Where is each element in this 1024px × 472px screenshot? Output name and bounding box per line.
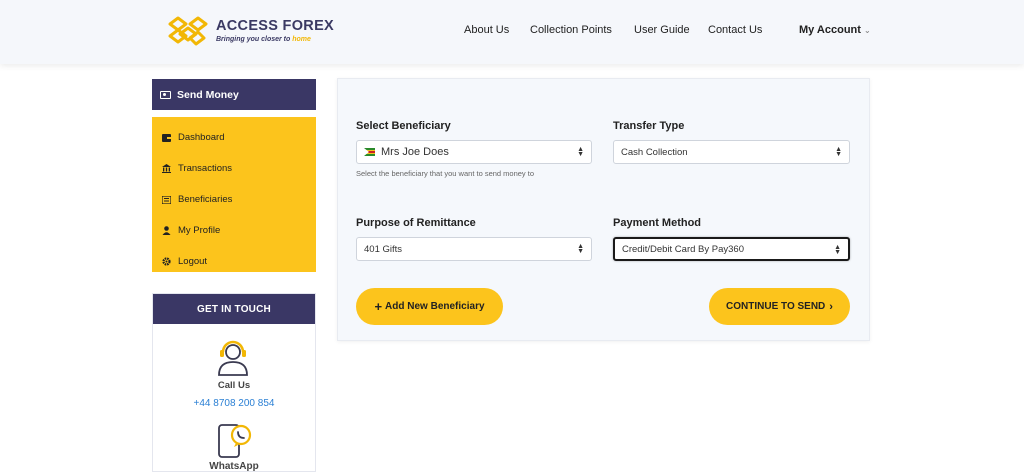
sidebar-item-label: Transactions bbox=[178, 163, 233, 174]
beneficiary-help-text: Select the beneficiary that you want to … bbox=[356, 169, 535, 178]
chevron-right-icon: › bbox=[829, 300, 833, 313]
top-header: ACCESS FOREX Bringing you closer to home… bbox=[0, 0, 1024, 64]
sidebar-menu: Dashboard Transactions Beneficiaries My … bbox=[152, 117, 316, 272]
sidebar-item-transactions[interactable]: Transactions bbox=[152, 153, 316, 184]
add-beneficiary-button[interactable]: + Add New Beneficiary bbox=[356, 288, 503, 325]
payment-method-label: Payment Method bbox=[613, 217, 702, 229]
user-icon bbox=[162, 226, 171, 235]
sidebar-item-label: Beneficiaries bbox=[178, 194, 233, 205]
add-beneficiary-label: Add New Beneficiary bbox=[385, 301, 485, 312]
chevron-down-icon: ⌄ bbox=[863, 26, 871, 35]
call-us-label: Call Us bbox=[217, 380, 251, 391]
beneficiary-label: Select Beneficiary bbox=[356, 120, 451, 132]
plus-icon: + bbox=[374, 299, 383, 314]
sidebar-item-logout[interactable]: Logout bbox=[152, 246, 316, 277]
gear-icon bbox=[162, 257, 171, 266]
brand-tagline: Bringing you closer to home bbox=[216, 35, 311, 43]
get-in-touch-header: GET IN TOUCH bbox=[153, 294, 315, 324]
nav-about-us[interactable]: About Us bbox=[464, 24, 509, 36]
nav-collection-points[interactable]: Collection Points bbox=[530, 24, 612, 36]
nav-contact-us[interactable]: Contact Us bbox=[708, 24, 762, 36]
get-in-touch-panel: GET IN TOUCH Call Us +44 8708 200 854 Wh… bbox=[152, 293, 316, 472]
purpose-value: 401 Gifts bbox=[364, 243, 403, 255]
address-book-icon bbox=[162, 195, 171, 204]
nav-my-account[interactable]: My Account ⌄ bbox=[799, 24, 871, 36]
nav-user-guide[interactable]: User Guide bbox=[634, 24, 690, 36]
beneficiary-value: Mrs Joe Does bbox=[381, 146, 449, 158]
bank-icon bbox=[162, 164, 171, 173]
support-agent-icon bbox=[218, 340, 248, 376]
wallet-icon bbox=[162, 133, 171, 142]
send-money-label: Send Money bbox=[177, 88, 239, 101]
purpose-label: Purpose of Remittance bbox=[356, 217, 476, 229]
sidebar-item-dashboard[interactable]: Dashboard bbox=[152, 122, 316, 153]
transfer-type-value: Cash Collection bbox=[621, 146, 688, 158]
sidebar-item-label: My Profile bbox=[178, 225, 221, 236]
send-money-form: Select Beneficiary Mrs Joe Does ▲ ▼ Selec… bbox=[337, 78, 870, 341]
whatsapp-phone-icon bbox=[218, 424, 252, 458]
brand-logo[interactable]: ACCESS FOREX Bringing you closer to home bbox=[166, 14, 334, 48]
beneficiary-select[interactable]: Mrs Joe Does ▲ ▼ bbox=[356, 140, 592, 164]
sidebar-item-beneficiaries[interactable]: Beneficiaries bbox=[152, 184, 316, 215]
purpose-select[interactable]: 401 Gifts ▲ ▼ bbox=[356, 237, 592, 261]
select-arrows-icon: ▲ ▼ bbox=[577, 146, 584, 158]
select-arrows-icon: ▲ ▼ bbox=[577, 243, 584, 255]
sidebar-item-label: Logout bbox=[178, 256, 208, 267]
sidebar: Send Money Dashboard Transactions Benefi… bbox=[152, 79, 316, 272]
send-money-header[interactable]: Send Money bbox=[152, 79, 316, 110]
zimbabwe-flag-icon bbox=[364, 148, 375, 156]
select-arrows-icon: ▲ ▼ bbox=[835, 146, 842, 158]
sidebar-item-label: Dashboard bbox=[178, 132, 225, 143]
brand-name: ACCESS FOREX bbox=[216, 17, 335, 34]
sidebar-item-my-profile[interactable]: My Profile bbox=[152, 215, 316, 246]
transfer-type-select[interactable]: Cash Collection ▲ ▼ bbox=[613, 140, 850, 164]
continue-label: CONTINUE TO SEND bbox=[726, 301, 826, 312]
transfer-type-label: Transfer Type bbox=[613, 120, 685, 132]
whatsapp-label[interactable]: WhatsApp bbox=[153, 461, 315, 472]
access-forex-logo-icon bbox=[168, 16, 208, 46]
select-arrows-icon: ▲ ▼ bbox=[834, 244, 841, 256]
phone-link[interactable]: +44 8708 200 854 bbox=[153, 398, 315, 409]
payment-method-value: Credit/Debit Card By Pay360 bbox=[622, 243, 744, 255]
payment-method-select[interactable]: Credit/Debit Card By Pay360 ▲ ▼ bbox=[613, 237, 850, 261]
money-icon bbox=[160, 90, 171, 99]
continue-to-send-button[interactable]: CONTINUE TO SEND › bbox=[709, 288, 850, 325]
